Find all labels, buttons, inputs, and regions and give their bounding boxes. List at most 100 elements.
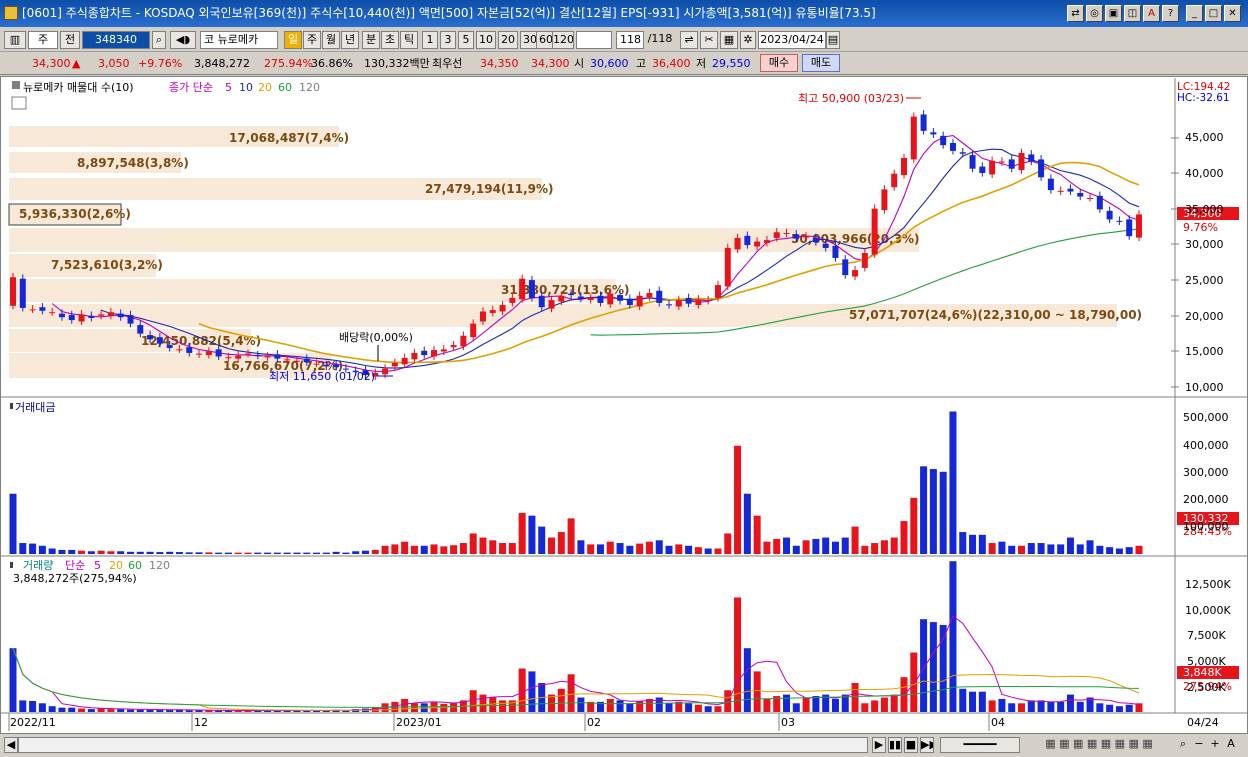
scroll-track[interactable] bbox=[18, 737, 868, 753]
app-icon bbox=[4, 6, 18, 20]
volume-bar bbox=[920, 619, 928, 712]
candle-body bbox=[675, 300, 682, 307]
legend-ma20: 20 bbox=[258, 81, 272, 94]
font-icon[interactable]: A bbox=[1143, 5, 1160, 22]
volume-bar bbox=[714, 706, 722, 712]
table-icon[interactable] bbox=[11, 96, 27, 110]
zoom-icon[interactable]: ⌕ bbox=[1176, 737, 1190, 753]
volume-bar bbox=[1037, 700, 1045, 712]
amount-bar bbox=[939, 471, 947, 554]
font-size-icon[interactable]: A bbox=[1224, 737, 1238, 753]
candle-body bbox=[235, 355, 242, 359]
amount-bar bbox=[626, 545, 634, 554]
scroll-left-icon[interactable]: ◀ bbox=[4, 737, 18, 753]
menu-icon[interactable]: ▥ bbox=[4, 31, 26, 49]
window-icon[interactable]: ▣ bbox=[1105, 5, 1122, 22]
chart-svg[interactable]: 17,068,487(7,4%) 8,897,548(3,8%) 27,479,19… bbox=[1, 77, 1248, 737]
tile-icon[interactable]: ◫ bbox=[1124, 5, 1141, 22]
save-icon[interactable]: ▦ bbox=[720, 31, 738, 49]
tab-second[interactable]: 초 bbox=[381, 31, 399, 49]
zoom-in-icon[interactable]: + bbox=[1208, 737, 1222, 753]
gear-icon[interactable]: ✲ bbox=[740, 31, 756, 49]
amount-bar bbox=[489, 540, 497, 554]
amount-bar bbox=[665, 545, 673, 554]
amount-bar bbox=[391, 544, 399, 554]
legend-ma5: 5 bbox=[225, 81, 232, 94]
y-tick: 7,500K bbox=[1187, 629, 1226, 642]
candle-body bbox=[1067, 188, 1074, 192]
tab-minute[interactable]: 분 bbox=[362, 31, 380, 49]
tab-week[interactable]: 주 bbox=[303, 31, 321, 49]
calendar-icon[interactable]: ▤ bbox=[826, 31, 840, 49]
tool-icon[interactable]: ✂ bbox=[700, 31, 718, 49]
interval-10[interactable]: 10 bbox=[476, 31, 496, 49]
close-button[interactable]: ✕ bbox=[1224, 5, 1241, 22]
stop-icon[interactable]: ■ bbox=[904, 737, 918, 753]
amount-bar bbox=[313, 552, 321, 554]
volume-bar bbox=[1106, 704, 1114, 712]
interval-1[interactable]: 1 bbox=[422, 31, 438, 49]
tab-month[interactable]: 월 bbox=[322, 31, 340, 49]
market-select[interactable]: 주 bbox=[28, 31, 58, 49]
candle-body bbox=[901, 157, 908, 176]
candle-body bbox=[763, 240, 770, 243]
volume-bar bbox=[499, 700, 507, 712]
candle-body bbox=[137, 325, 144, 334]
amount-bar bbox=[1135, 545, 1143, 554]
pause-icon[interactable]: ▮▮ bbox=[888, 737, 902, 753]
link-icon[interactable]: ⇄ bbox=[1067, 5, 1084, 22]
amount-bar bbox=[264, 552, 272, 554]
prev-button[interactable]: 전 bbox=[60, 31, 80, 49]
volume-bar bbox=[1008, 703, 1016, 712]
candle-body bbox=[509, 297, 516, 303]
amount-bar bbox=[880, 540, 888, 554]
count-input[interactable]: 118 bbox=[616, 31, 644, 49]
volume-bar bbox=[851, 683, 859, 712]
interval-20[interactable]: 20 bbox=[498, 31, 518, 49]
candle-body bbox=[39, 307, 46, 311]
interval-3[interactable]: 3 bbox=[440, 31, 456, 49]
custom-interval-input[interactable] bbox=[576, 31, 612, 49]
minimize-button[interactable]: _ bbox=[1186, 5, 1203, 22]
tab-year[interactable]: 년 bbox=[341, 31, 359, 49]
candle-body bbox=[264, 356, 271, 358]
amount-bar bbox=[117, 551, 125, 554]
speaker-icon[interactable]: ◀◗ bbox=[170, 31, 196, 49]
amount-bar bbox=[851, 526, 859, 554]
tab-tick[interactable]: 틱 bbox=[400, 31, 418, 49]
help-icon[interactable]: ? bbox=[1162, 5, 1179, 22]
candle-body bbox=[1136, 214, 1142, 238]
volume-bar bbox=[410, 703, 418, 712]
volume-bar bbox=[19, 700, 27, 712]
search-icon[interactable]: ⌕ bbox=[152, 31, 166, 49]
amount-bar bbox=[518, 512, 526, 554]
history-icon[interactable]: ◎ bbox=[1086, 5, 1103, 22]
fast-forward-icon[interactable]: ▶▶ bbox=[920, 737, 934, 753]
candle-body bbox=[1057, 190, 1064, 192]
buy-button[interactable]: 매수 bbox=[760, 54, 798, 72]
chart-area[interactable]: 17,068,487(7,4%) 8,897,548(3,8%) 27,479,19… bbox=[0, 76, 1248, 736]
stock-code-input[interactable]: 348340 bbox=[82, 31, 150, 49]
legend-ma120: 120 bbox=[299, 81, 320, 94]
volume-profile-label: 5,936,330(2,6%) bbox=[19, 207, 131, 221]
amount-bar bbox=[332, 551, 340, 554]
amount-bar bbox=[38, 545, 46, 554]
amount-bar bbox=[1096, 545, 1104, 554]
sell-button[interactable]: 매도 bbox=[802, 54, 840, 72]
zoom-icon[interactable]: ⇌ bbox=[680, 31, 698, 49]
amount-bar bbox=[1037, 543, 1045, 554]
maximize-button[interactable]: □ bbox=[1205, 5, 1222, 22]
interval-120[interactable]: 120 bbox=[552, 31, 574, 49]
candle-body bbox=[989, 160, 996, 175]
interval-5[interactable]: 5 bbox=[458, 31, 474, 49]
candle-body bbox=[411, 352, 418, 360]
candle-body bbox=[891, 173, 898, 188]
zoom-slider[interactable]: ━━━━━ bbox=[940, 737, 1020, 753]
play-icon[interactable]: ▶ bbox=[872, 737, 886, 753]
chart-type-icons[interactable]: ▦ ▦ ▦ ▦ ▦ ▦ ▦ ▦ bbox=[1024, 737, 1174, 753]
zoom-out-icon[interactable]: − bbox=[1192, 737, 1206, 753]
tab-day[interactable]: 일 bbox=[284, 31, 302, 49]
candle-body bbox=[1008, 159, 1015, 169]
volume-bar bbox=[802, 697, 810, 712]
date-input[interactable]: 2023/04/24 bbox=[758, 31, 826, 49]
